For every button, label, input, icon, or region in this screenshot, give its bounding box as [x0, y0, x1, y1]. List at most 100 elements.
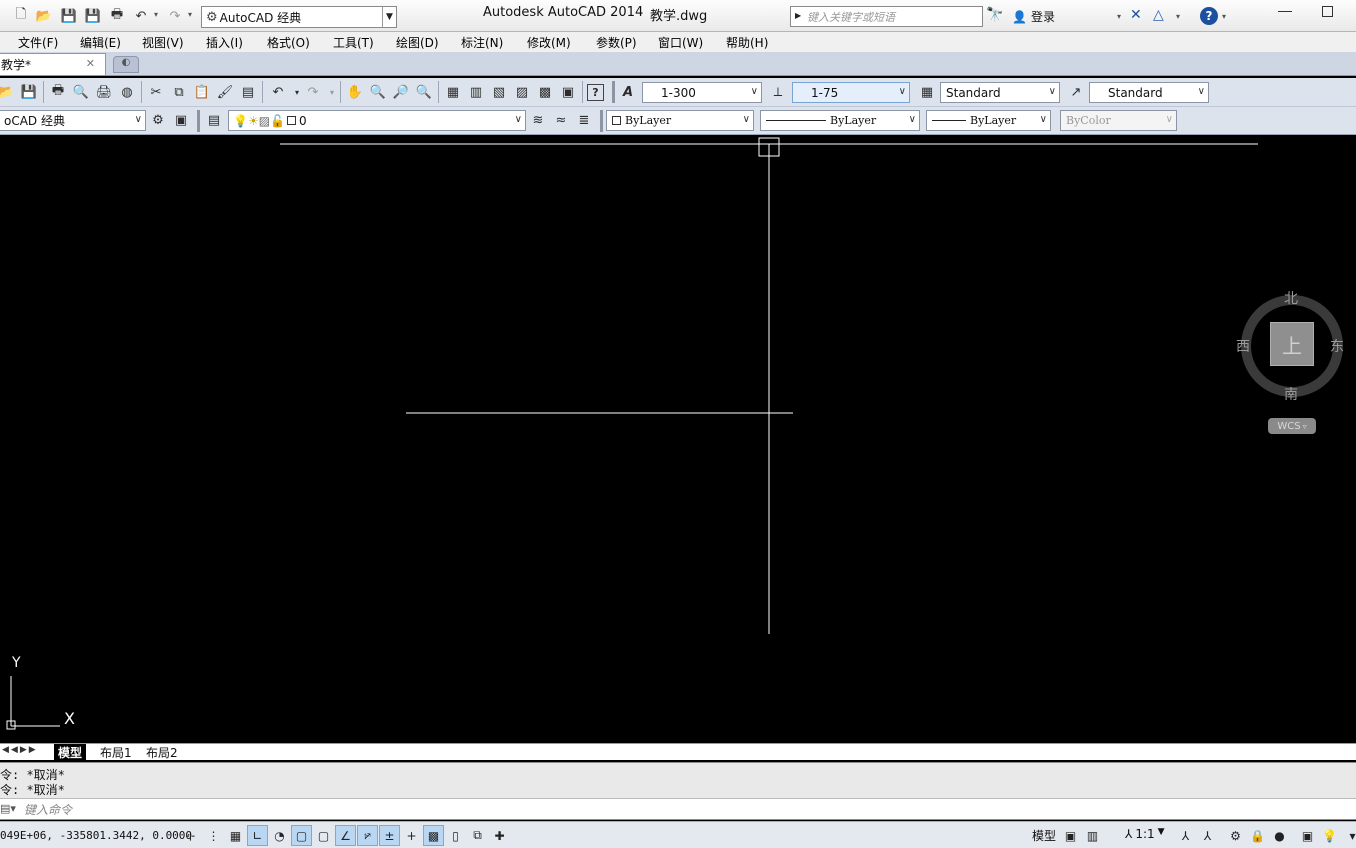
- annotation-scale-select[interactable]: ⅄ 1:1 ▼: [1125, 827, 1165, 841]
- menu-tools[interactable]: 工具(T): [333, 34, 374, 51]
- help-icon[interactable]: ?: [1200, 7, 1218, 25]
- model-space-label[interactable]: 模型: [1032, 827, 1056, 844]
- menu-file[interactable]: 文件(F): [18, 34, 58, 51]
- tab-scroll-arrows[interactable]: ◀◀▶▶: [2, 745, 38, 755]
- tool-palettes-icon[interactable]: ▧: [489, 82, 509, 102]
- login-button[interactable]: 👤 登录: [1012, 8, 1055, 25]
- tab-layout1[interactable]: 布局1: [96, 744, 136, 761]
- viewcube-face-top[interactable]: 上: [1270, 322, 1314, 366]
- save-icon[interactable]: 💾: [19, 82, 39, 102]
- chevron-down-icon[interactable]: ▼: [382, 7, 396, 27]
- properties-icon[interactable]: ▦: [443, 82, 463, 102]
- annotation-monitor-icon[interactable]: ✚: [489, 825, 510, 846]
- object-snap-icon[interactable]: ▢: [291, 825, 312, 846]
- grip[interactable]: [600, 110, 603, 132]
- viewcube-east[interactable]: 东: [1330, 336, 1344, 356]
- lineweight-icon[interactable]: +: [401, 825, 422, 846]
- hardware-accel-icon[interactable]: ●: [1269, 825, 1290, 846]
- 3d-object-snap-icon[interactable]: ▢: [313, 825, 334, 846]
- menu-modify[interactable]: 修改(M): [527, 34, 571, 51]
- a360-dropdown-icon[interactable]: ▾: [1176, 12, 1180, 21]
- open-file-icon[interactable]: 📂: [35, 7, 53, 25]
- save-as-icon[interactable]: 💾: [84, 7, 102, 25]
- open-icon[interactable]: 📂: [0, 82, 16, 102]
- table-style-select[interactable]: Standard ∨: [940, 82, 1060, 103]
- object-snap-tracking-icon[interactable]: ∠: [335, 825, 356, 846]
- exchange-icon[interactable]: ✕: [1130, 7, 1142, 23]
- minimize-icon[interactable]: [1278, 0, 1292, 12]
- pan-icon[interactable]: ✋: [345, 82, 365, 102]
- binoculars-icon[interactable]: 🔭: [986, 7, 1003, 23]
- 3d-dwf-icon[interactable]: ◍: [117, 82, 137, 102]
- mleader-style-icon[interactable]: ↗: [1066, 82, 1086, 102]
- undo-dropdown-icon[interactable]: ▾: [154, 10, 158, 19]
- layer-state-icon[interactable]: ≣: [574, 110, 594, 130]
- layer-previous-icon[interactable]: ≈: [551, 110, 571, 130]
- help-dropdown-icon[interactable]: ▾: [1222, 12, 1226, 21]
- infer-constraints-icon[interactable]: ⊹: [180, 825, 201, 846]
- transparency-icon[interactable]: ▩: [423, 825, 444, 846]
- new-tab-button[interactable]: ◐: [113, 56, 139, 73]
- menu-view[interactable]: 视图(V): [142, 34, 184, 51]
- customize-icon[interactable]: ▣: [171, 110, 191, 130]
- wcs-menu[interactable]: WCS ▿: [1268, 418, 1316, 434]
- tab-layout2[interactable]: 布局2: [142, 744, 182, 761]
- tab-model[interactable]: 模型: [54, 744, 87, 761]
- match-properties-icon[interactable]: 🖌: [215, 82, 235, 102]
- menu-dimension[interactable]: 标注(N): [461, 34, 503, 51]
- workspace-switch-icon[interactable]: ⚙: [1225, 825, 1246, 846]
- paste-icon[interactable]: 📋: [192, 82, 212, 102]
- markup-icon[interactable]: ▩: [535, 82, 555, 102]
- isolate-objects-icon[interactable]: ▣: [1297, 825, 1318, 846]
- bulb-icon[interactable]: 💡: [1319, 825, 1340, 846]
- quick-view-layouts-icon[interactable]: ▣: [1060, 825, 1081, 846]
- redo-dropdown-icon[interactable]: ▾: [322, 82, 342, 102]
- menu-insert[interactable]: 插入(I): [206, 34, 243, 51]
- publish-icon[interactable]: 🖨: [94, 82, 114, 102]
- quick-view-drawings-icon[interactable]: ▥: [1082, 825, 1103, 846]
- grid-display-icon[interactable]: ▦: [225, 825, 246, 846]
- layer-properties-icon[interactable]: ▤: [204, 110, 224, 130]
- dynamic-input-icon[interactable]: ±: [379, 825, 400, 846]
- copy-icon[interactable]: ⧉: [169, 82, 189, 102]
- plot-icon[interactable]: 🖶: [108, 7, 126, 25]
- workspace-settings-icon[interactable]: ⚙: [148, 110, 168, 130]
- lineweight-select[interactable]: ByLayer ∨: [926, 110, 1051, 131]
- sheet-set-icon[interactable]: ▨: [512, 82, 532, 102]
- dynamic-ucs-icon[interactable]: ⦬: [357, 825, 378, 846]
- snap-mode-icon[interactable]: ⋮: [203, 825, 224, 846]
- auto-scale-icon[interactable]: ⅄: [1197, 825, 1218, 846]
- viewcube-south[interactable]: 南: [1284, 384, 1298, 404]
- coordinates-readout[interactable]: 049E+06, -335801.3442, 0.0000: [0, 829, 192, 842]
- text-style-select[interactable]: 1-300 ∨: [642, 82, 762, 103]
- undo-icon[interactable]: ↶: [268, 82, 288, 102]
- tab-document[interactable]: 教学* ✕: [0, 53, 106, 75]
- design-center-icon[interactable]: ▥: [466, 82, 486, 102]
- search-input[interactable]: ▶ 键入关键字或短语: [790, 6, 983, 27]
- login-dropdown-icon[interactable]: ▾: [1117, 12, 1121, 21]
- plot-icon[interactable]: 🖶: [48, 82, 68, 102]
- make-current-layer-icon[interactable]: ≋: [528, 110, 548, 130]
- expand-icon[interactable]: ▶: [795, 11, 801, 20]
- workspace-select[interactable]: ⚙ AutoCAD 经典 ▼: [201, 6, 397, 28]
- menu-format[interactable]: 格式(O): [267, 34, 310, 51]
- redo-icon[interactable]: ↷: [303, 82, 323, 102]
- workspace-select-2[interactable]: oCAD 经典 ∨: [0, 110, 146, 131]
- table-style-icon[interactable]: ▦: [917, 82, 937, 102]
- zoom-realtime-icon[interactable]: 🔍: [368, 82, 388, 102]
- clean-screen-icon[interactable]: ▾: [1342, 825, 1356, 846]
- maximize-icon[interactable]: [1322, 6, 1333, 17]
- dim-style-icon[interactable]: ⟂: [768, 82, 788, 102]
- menu-parametric[interactable]: 参数(P): [596, 34, 637, 51]
- grip[interactable]: [612, 81, 615, 103]
- command-input[interactable]: ▤▾ 键入命令: [0, 798, 1356, 820]
- redo-dropdown-icon[interactable]: ▾: [188, 10, 192, 19]
- viewcube[interactable]: 上 北 南 东 西 WCS ▿: [1230, 284, 1356, 444]
- grip[interactable]: [197, 110, 200, 132]
- toolbar-lock-icon[interactable]: 🔒: [1247, 825, 1268, 846]
- zoom-previous-icon[interactable]: 🔍: [414, 82, 434, 102]
- menu-edit[interactable]: 编辑(E): [80, 34, 121, 51]
- viewcube-north[interactable]: 北: [1284, 288, 1298, 308]
- annotation-visibility-icon[interactable]: ⅄: [1175, 825, 1196, 846]
- menu-window[interactable]: 窗口(W): [658, 34, 703, 51]
